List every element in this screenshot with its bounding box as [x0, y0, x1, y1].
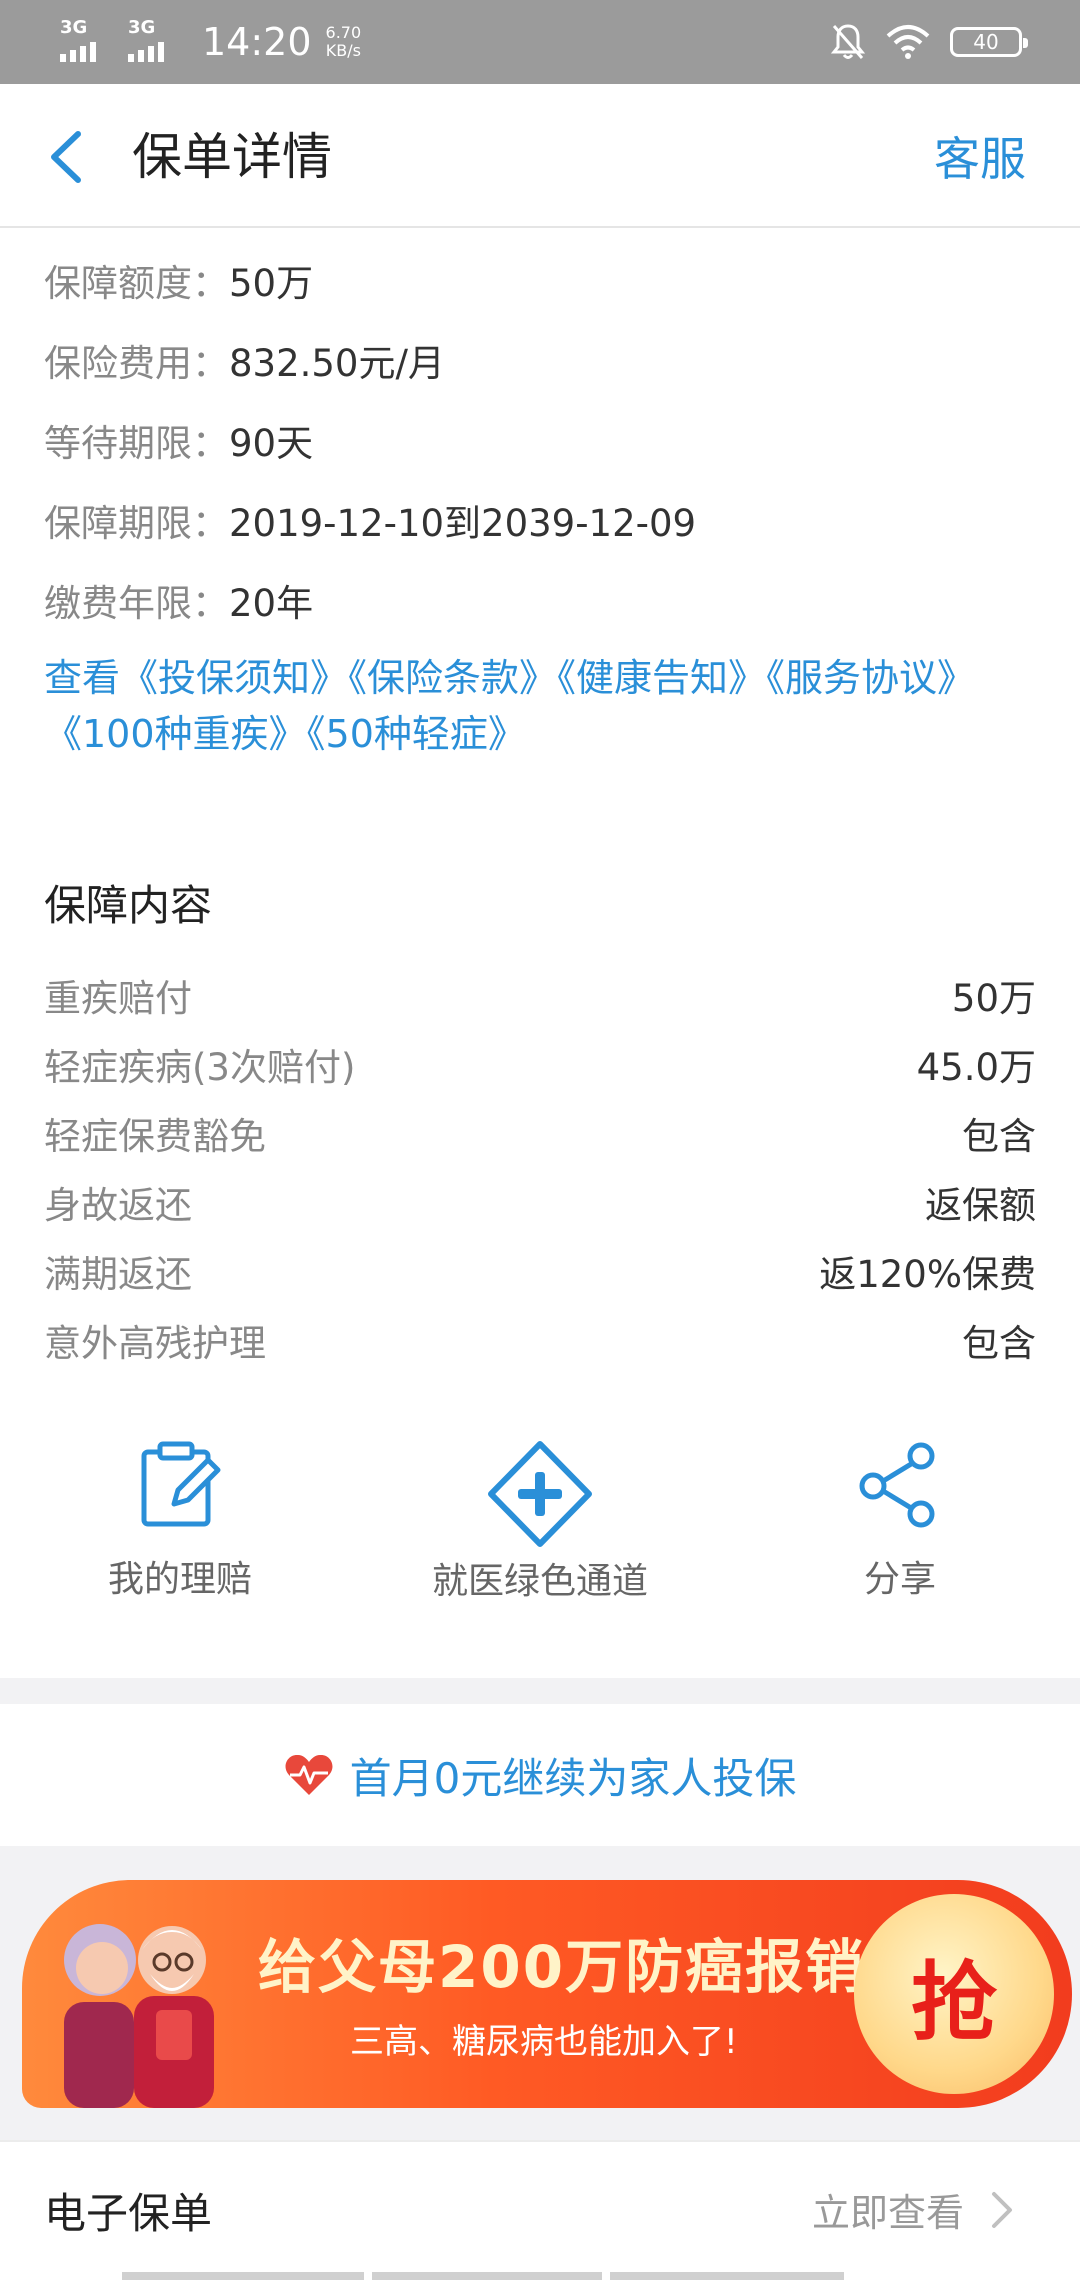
- wifi-icon: [886, 25, 930, 59]
- status-bar: 3G 3G 14:20 6.70 KB/s 40: [0, 0, 1080, 84]
- banner-subtitle: 三高、糖尿病也能加入了!: [350, 2022, 738, 2062]
- signal-icon-2: 3G: [128, 18, 184, 62]
- section-divider: [0, 1678, 1080, 1704]
- e-policy-row[interactable]: 电子保单 立即查看: [0, 2140, 1080, 2280]
- chevron-right-icon: [992, 2191, 1012, 2228]
- network-speed: 6.70 KB/s: [325, 23, 362, 60]
- coverage-row: 意外高残护理 包含: [44, 1321, 1036, 1365]
- policy-info: 保障额度： 50万 保险费用： 832.50元/月 等待期限： 90天 保障期限： 20…: [44, 240, 1044, 640]
- my-claims-button[interactable]: 我的理赔: [30, 1440, 330, 1602]
- coverage-title: 保障内容: [44, 881, 213, 930]
- heart-pulse-icon: [285, 1754, 333, 1795]
- share-button[interactable]: 分享: [750, 1440, 1050, 1602]
- coverage-row: 身故返还 返保额: [44, 1183, 1036, 1227]
- share-icon: [859, 1442, 935, 1528]
- customer-service-button[interactable]: 客服: [934, 126, 1026, 192]
- clipboard-edit-icon: [141, 1441, 221, 1527]
- coverage-list: 重疾赔付 50万 轻症疾病(3次赔付) 45.0万 轻症保费豁免 包含 身故返还 返保额…: [44, 960, 1036, 1374]
- coverage-row: 满期返还 返120%保费: [44, 1252, 1036, 1296]
- e-policy-title: 电子保单: [44, 2189, 213, 2238]
- coverage-row: 重疾赔付 50万: [44, 976, 1036, 1020]
- app-header: 保单详情 客服: [0, 84, 1080, 228]
- clock: 14:20: [202, 20, 312, 64]
- info-row-period: 保障期限： 2019-12-10到2039-12-09: [44, 502, 697, 545]
- grab-button[interactable]: 抢: [854, 1894, 1054, 2094]
- view-now-link[interactable]: 立即查看: [812, 2182, 1014, 2237]
- page-title: 保单详情: [132, 128, 332, 186]
- document-preview-tabs: [122, 2272, 844, 2280]
- policy-document-links[interactable]: 查看《投保须知》《保险条款》《健康告知》《服务协议》《100种重疾》《50种轻症…: [44, 650, 1034, 762]
- elderly-couple-illustration: [64, 1924, 214, 2108]
- banner-section: 给父母200万防癌报销金 三高、糖尿病也能加入了! 抢: [0, 1846, 1080, 2140]
- medical-plus-icon: [488, 1441, 592, 1547]
- green-channel-button[interactable]: 就医绿色通道: [390, 1440, 690, 1604]
- coverage-row: 轻症疾病(3次赔付) 45.0万: [44, 1045, 1036, 1089]
- info-row-payment-years: 缴费年限： 20年: [44, 582, 314, 625]
- info-row-waiting: 等待期限： 90天: [44, 422, 314, 465]
- battery-icon: 40: [950, 27, 1028, 57]
- info-row-coverage: 保障额度： 50万: [44, 262, 314, 305]
- action-bar: 我的理赔 就医绿色通道 分享: [0, 1440, 1080, 1620]
- bell-off-icon: [830, 24, 866, 59]
- banner-headline: 给父母200万防癌报销金: [258, 1933, 926, 2001]
- info-row-premium: 保险费用： 832.50元/月: [44, 342, 445, 385]
- coverage-row: 轻症保费豁免 包含: [44, 1114, 1036, 1158]
- signal-icon-1: 3G: [60, 18, 116, 62]
- back-arrow-icon[interactable]: [40, 122, 100, 192]
- cancer-insurance-banner[interactable]: 给父母200万防癌报销金 三高、糖尿病也能加入了! 抢: [22, 1880, 1072, 2108]
- family-insure-link[interactable]: 首月0元继续为家人投保: [0, 1704, 1080, 1846]
